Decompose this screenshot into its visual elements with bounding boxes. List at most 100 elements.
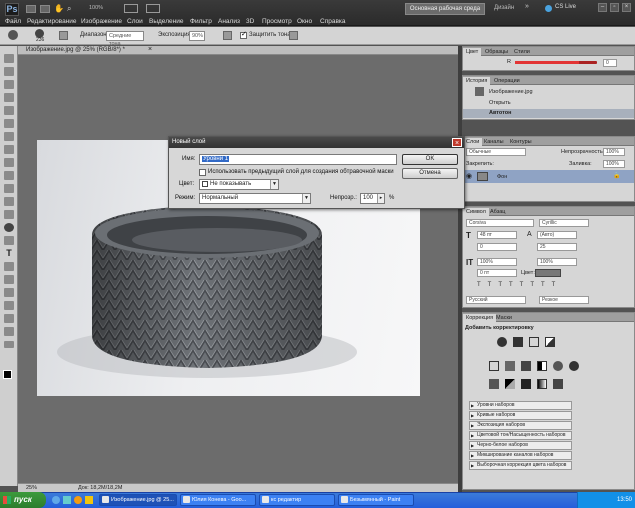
use-previous-layer-mask-checkbox[interactable] [199, 169, 206, 176]
quicklaunch-desktop-icon[interactable] [63, 496, 71, 504]
quicklaunch-explorer-icon[interactable] [85, 496, 93, 504]
preset-levels[interactable]: Уровни наборов [469, 401, 572, 410]
eraser-tool-icon[interactable] [4, 184, 14, 193]
task-paint[interactable]: Безымянный - Paint [338, 494, 414, 506]
opacity-input[interactable]: 100 ▸ [360, 193, 385, 204]
range-select[interactable]: Средние тона [106, 31, 144, 47]
dialog-close-icon[interactable]: × [452, 138, 462, 147]
zoom-tool-icon[interactable]: ⌕ [67, 4, 76, 13]
preset-channel-mixer[interactable]: Микширование каналов наборов [469, 451, 572, 460]
menu-analysis[interactable]: Анализ [218, 18, 240, 25]
more-workspaces-icon[interactable]: » [525, 3, 529, 10]
menu-help[interactable]: Справка [320, 18, 346, 25]
tab-actions[interactable]: Операции [491, 77, 523, 85]
marquee-tool-icon[interactable] [4, 67, 14, 76]
move-tool-icon[interactable] [4, 54, 14, 63]
history-snapshot-thumb[interactable] [475, 87, 484, 96]
zoom-level-combo[interactable]: 100% [89, 5, 109, 13]
airbrush-icon[interactable] [59, 31, 68, 40]
menu-image[interactable]: Изображение [81, 18, 122, 25]
quicklaunch-firefox-icon[interactable] [74, 496, 82, 504]
clock[interactable]: 13:50 [617, 497, 632, 503]
preset-curves[interactable]: Кривые наборов [469, 411, 572, 420]
menu-3d[interactable]: 3D [246, 18, 254, 25]
protect-tones-checkbox[interactable]: ✓ [240, 31, 247, 39]
baseline-input[interactable]: 0 пт [477, 269, 517, 277]
menu-select[interactable]: Выделение [149, 18, 183, 25]
hue-saturation-icon[interactable] [505, 361, 515, 371]
task-photoshop[interactable]: Изображение.jpg @ 25... [99, 494, 177, 506]
tab-layers[interactable]: Слои [463, 138, 483, 146]
menu-edit[interactable]: Редактирование [27, 18, 77, 25]
blend-mode-select[interactable]: Обычные [466, 148, 526, 156]
shape-tool-icon[interactable] [4, 275, 14, 284]
minimize-icon[interactable]: – [598, 3, 607, 12]
brightness-contrast-icon[interactable] [497, 337, 507, 347]
tablet-pressure-icon[interactable] [289, 31, 298, 40]
exposure-input[interactable]: 90% [189, 31, 205, 41]
cs-live-button[interactable]: CS Live [555, 4, 576, 10]
kerning-input[interactable]: 0 [477, 243, 517, 251]
posterize-icon[interactable] [505, 379, 515, 389]
preset-selective-color[interactable]: Выборочная коррекция цвета наборов [469, 461, 572, 470]
3d-camera-tool-icon[interactable] [4, 301, 14, 310]
layer-visibility-icon[interactable]: ◉ [466, 172, 472, 180]
history-brush-tool-icon[interactable] [4, 171, 14, 180]
type-tool-icon[interactable]: T [4, 249, 14, 258]
color-balance-icon[interactable] [521, 361, 531, 371]
menu-filter[interactable]: Фильтр [190, 18, 212, 25]
tab-paragraph[interactable]: Абзац [487, 208, 508, 216]
quick-select-tool-icon[interactable] [4, 93, 14, 102]
tab-masks[interactable]: Маски [493, 314, 515, 322]
photo-filter-icon[interactable] [553, 361, 563, 371]
tab-character[interactable]: Символ [463, 208, 489, 216]
cs-live-icon[interactable] [545, 5, 552, 12]
document-tab-close-icon[interactable]: × [148, 46, 152, 53]
menu-layers[interactable]: Слои [127, 18, 143, 25]
curves-icon[interactable] [529, 337, 539, 347]
menu-view[interactable]: Просмотр [262, 18, 292, 25]
brush-tool-icon[interactable] [4, 145, 14, 154]
vibrance-icon[interactable] [489, 361, 499, 371]
quicklaunch-ie-icon[interactable] [52, 496, 60, 504]
bridge-icon[interactable] [26, 5, 36, 13]
history-item-open[interactable]: Открыть [489, 100, 511, 106]
mode-select[interactable]: Нормальный ▼ [199, 193, 311, 204]
horizontal-scale-input[interactable]: 100% [537, 258, 577, 266]
hand-tool-icon[interactable]: ✋ [54, 4, 64, 13]
vertical-scale-input[interactable]: 100% [477, 258, 517, 266]
gradient-tool-icon[interactable] [4, 197, 14, 206]
tab-adjustments[interactable]: Коррекция [463, 314, 497, 322]
ok-button[interactable]: OK [402, 154, 458, 165]
channel-r-input[interactable]: 0 [603, 59, 617, 67]
language-select[interactable]: Русский [466, 296, 526, 304]
screen-mode-icon[interactable] [146, 4, 160, 13]
hand-tool-icon-box[interactable] [4, 314, 14, 323]
channel-r-slider[interactable] [515, 61, 597, 64]
tab-channels[interactable]: Каналы [481, 138, 507, 146]
layer-name[interactable]: Фон [497, 174, 507, 180]
dodge-tool-preset-icon[interactable] [8, 30, 18, 40]
crop-tool-icon[interactable] [4, 106, 14, 115]
layer-name-input[interactable]: Уровни 1 [199, 154, 397, 165]
cancel-button[interactable]: Отмена [402, 168, 458, 179]
tab-swatches[interactable]: Образцы [482, 48, 511, 56]
tracking-input[interactable]: 25 [537, 243, 577, 251]
design-workspace-link[interactable]: Дизайн [494, 5, 514, 11]
task-browser[interactable]: Юлия Конева - Goo... [180, 494, 256, 506]
history-item-autotone[interactable]: Автотон [489, 110, 511, 116]
zoom-tool-icon-box[interactable] [4, 327, 14, 336]
tab-styles[interactable]: Стили [511, 48, 533, 56]
opacity-slider-toggle-icon[interactable]: ▸ [377, 194, 384, 203]
task-editor[interactable]: кс редактир [259, 494, 335, 506]
path-select-tool-icon[interactable] [4, 262, 14, 271]
channel-mixer-icon[interactable] [569, 361, 579, 371]
document-tab-title[interactable]: Изображение.jpg @ 25% (RGB/8*) * [26, 47, 125, 53]
font-size-input[interactable]: 48 пт [477, 231, 517, 239]
antialias-select[interactable]: Резкое [539, 296, 589, 304]
history-snapshot-label[interactable]: Изображение.jpg [489, 89, 533, 95]
zoom-level-field[interactable]: 25% [26, 485, 37, 491]
exposure-icon[interactable] [545, 337, 555, 347]
tab-color[interactable]: Цвет [463, 48, 482, 56]
blur-tool-icon[interactable] [4, 210, 14, 219]
